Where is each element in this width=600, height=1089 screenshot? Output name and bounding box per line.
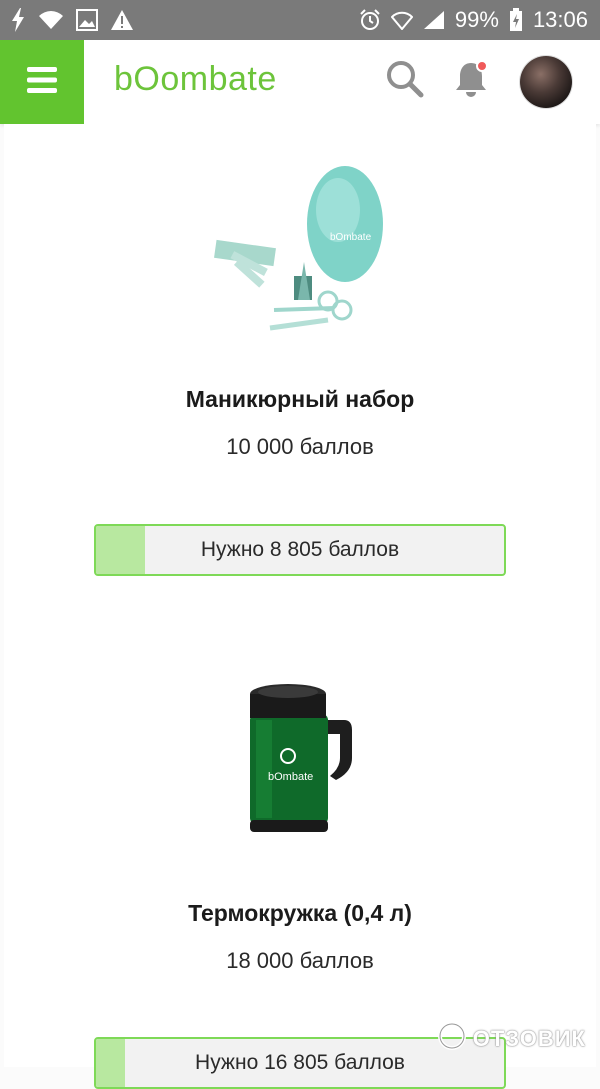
product-price: 10 000 баллов [226, 434, 374, 459]
menu-button[interactable] [0, 40, 84, 124]
product-image-manicure-set: bOmbate [210, 160, 390, 350]
points-needed-label: Нужно 8 805 баллов [200, 538, 400, 561]
clock: 13:06 [532, 7, 588, 32]
product-image-thermo-mug: bOmbate [236, 680, 356, 836]
otzovik-logo-icon [437, 1021, 467, 1057]
product-name: Термокружка (0,4 л) [188, 900, 412, 926]
warning-icon [110, 9, 134, 31]
avatar[interactable] [520, 56, 572, 108]
app-header: bOombate [0, 40, 600, 124]
wifi-signal-icon [390, 10, 413, 30]
search-button[interactable] [382, 58, 428, 104]
flash-icon [10, 8, 26, 32]
notifications-button[interactable] [448, 58, 494, 104]
product-price: 18 000 баллов [226, 948, 374, 973]
image-icon [76, 9, 98, 31]
logo-text: bOombate [114, 60, 277, 98]
battery-percent: 99% [454, 7, 499, 32]
rewards-list: bOmbate Маникюрный набор 10 000 баллов Н… [4, 124, 596, 1089]
cell-signal-icon [423, 10, 445, 30]
svg-text:bOmbate: bOmbate [268, 771, 313, 783]
points-progress[interactable]: Нужно 8 805 баллов [94, 524, 506, 576]
watermark-text: ОТЗОВИК [472, 1026, 586, 1051]
otzovik-watermark: ОТЗОВИК [437, 1021, 586, 1057]
bell-icon [452, 59, 490, 104]
boombate-logo[interactable]: bOombate [114, 60, 277, 99]
status-bar: 99% 13:06 [0, 0, 600, 40]
wifi-icon [38, 9, 64, 31]
battery-icon [509, 8, 523, 32]
menu-icon [27, 66, 57, 98]
search-icon [386, 60, 424, 103]
product-name: Маникюрный набор [185, 386, 415, 412]
svg-text:bOmbate: bOmbate [330, 232, 372, 243]
alarm-icon [359, 9, 381, 31]
